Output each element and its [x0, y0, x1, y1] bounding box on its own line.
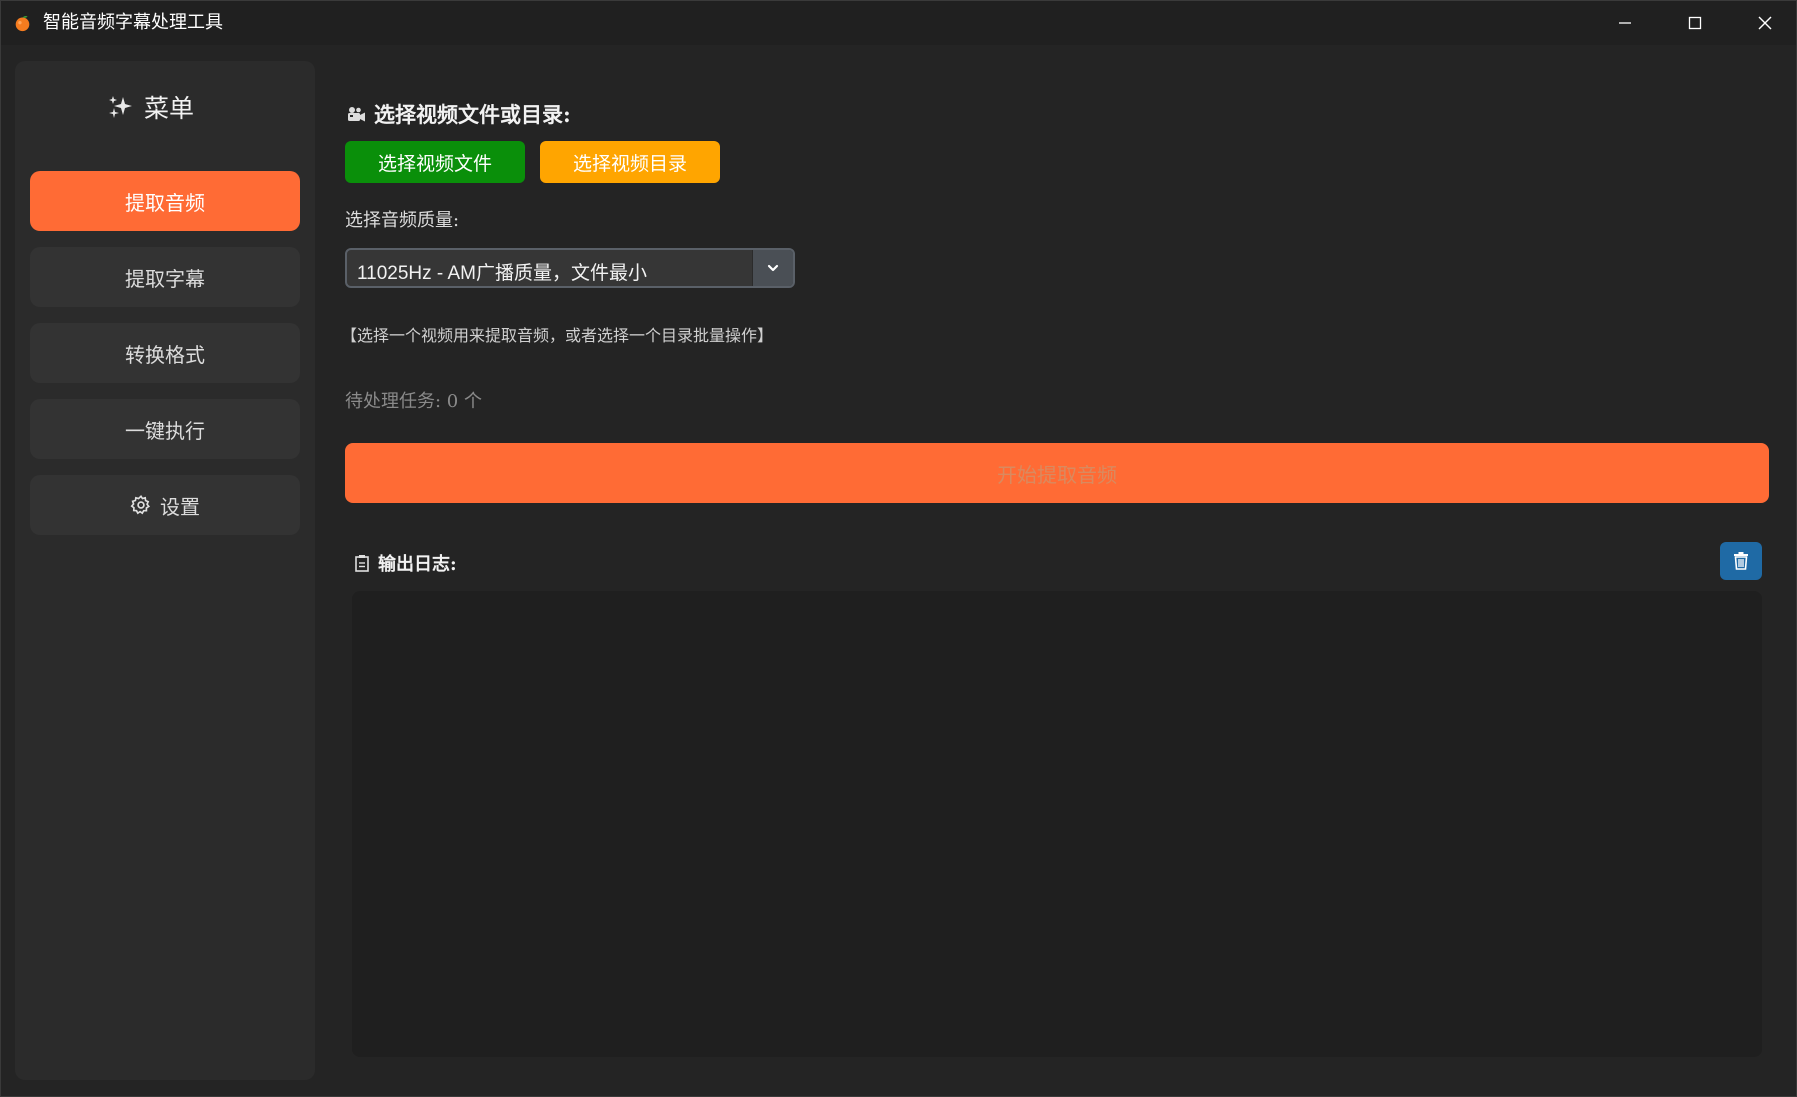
dropdown-toggle[interactable]: [752, 250, 793, 286]
close-icon: [1758, 16, 1772, 30]
chevron-down-icon: [767, 264, 779, 272]
sidebar-item-label: 提取字幕: [125, 266, 205, 291]
maximize-icon: [1688, 16, 1702, 30]
start-extract-audio-button[interactable]: 开始提取音频: [345, 443, 1769, 503]
select-video-file-label: 选择视频文件: [377, 152, 492, 175]
select-video-directory-label: 选择视频目录: [572, 152, 687, 175]
window-title: 智能音频字幕处理工具: [43, 12, 223, 33]
clipboard-icon: [355, 555, 369, 572]
trash-icon: [1734, 552, 1748, 570]
menu-header-label: 菜单: [143, 94, 194, 123]
close-button[interactable]: [1730, 1, 1797, 45]
title-bar: 智能音频字幕处理工具: [1, 1, 1796, 45]
select-video-file-button[interactable]: 选择视频文件: [345, 141, 525, 183]
clear-log-button[interactable]: [1720, 542, 1762, 580]
app-window: 智能音频字幕处理工具 菜单 提取音频 提取字幕 转换格式 一键执行 设置 选择视…: [0, 0, 1797, 1097]
sidebar-item-label: 转换格式: [125, 342, 205, 367]
audio-quality-label: 选择音频质量:: [345, 210, 460, 231]
hint-text: 【选择一个视频用来提取音频，或者选择一个目录批量操作】: [341, 326, 774, 345]
start-button-label: 开始提取音频: [997, 462, 1117, 487]
log-title: 输出日志:: [354, 550, 457, 576]
sparkles-icon: [108, 96, 132, 118]
sidebar-item-extract-audio[interactable]: 提取音频: [30, 171, 300, 231]
minimize-button[interactable]: [1590, 1, 1660, 45]
output-log[interactable]: [352, 591, 1762, 1057]
gear-icon: [130, 495, 151, 515]
audio-quality-value: 11025Hz - AM广播质量，文件最小: [357, 263, 647, 284]
sidebar-item-convert-format[interactable]: 转换格式: [30, 323, 300, 383]
tangerine-icon: [15, 16, 30, 32]
select-video-directory-button[interactable]: 选择视频目录: [540, 141, 720, 183]
pending-tasks: 待处理任务: 0 个: [345, 391, 482, 412]
menu-header: 菜单: [1, 89, 301, 125]
sidebar-item-label: 一键执行: [125, 418, 205, 443]
sidebar-item-one-click-run[interactable]: 一键执行: [30, 399, 300, 459]
sidebar-item-extract-subtitles[interactable]: 提取字幕: [30, 247, 300, 307]
section-title: 选择视频文件或目录:: [346, 99, 571, 129]
sidebar-item-settings[interactable]: 设置: [30, 475, 300, 535]
video-camera-icon: [348, 107, 365, 122]
audio-quality-select[interactable]: 11025Hz - AM广播质量，文件最小: [345, 248, 795, 288]
log-title-label: 输出日志:: [378, 554, 457, 575]
maximize-button[interactable]: [1660, 1, 1730, 45]
minimize-icon: [1619, 22, 1631, 24]
sidebar-item-label: 设置: [160, 494, 200, 519]
section-title-label: 选择视频文件或目录:: [374, 102, 571, 127]
sidebar-item-label: 提取音频: [125, 190, 205, 215]
